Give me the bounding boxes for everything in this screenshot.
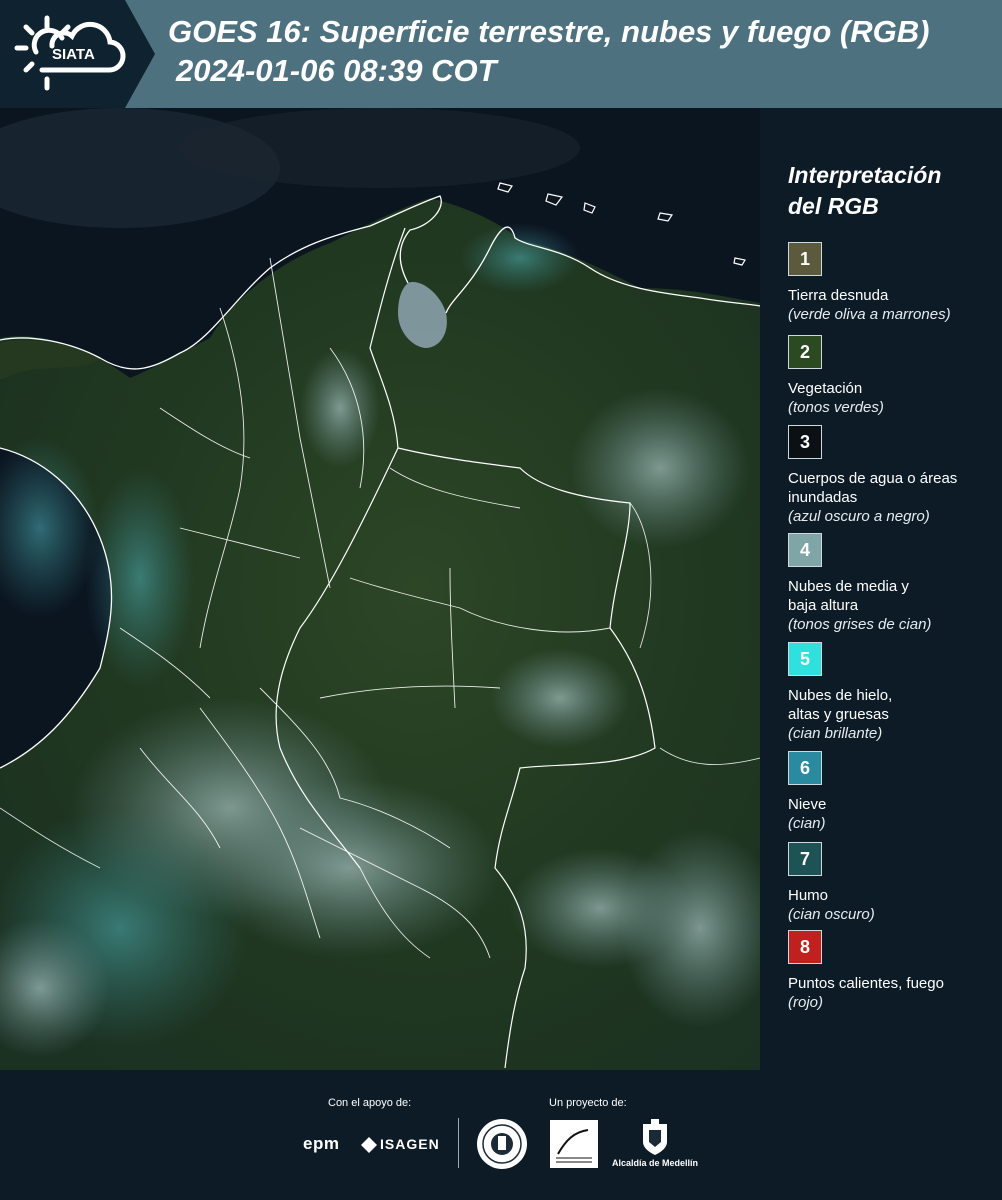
legend-item-2: 2 Vegetación (tonos verdes) <box>788 335 998 417</box>
legend-label: Humo <box>788 887 829 904</box>
legend-title-line2: del RGB <box>788 193 879 219</box>
legend-swatch: 1 <box>788 242 822 276</box>
medellin-seal-icon <box>477 1119 527 1169</box>
legend-swatch: 3 <box>788 425 822 459</box>
legend-swatch: 7 <box>788 842 822 876</box>
legend-sub: (cian) <box>788 815 826 832</box>
area-metropolitana-icon <box>556 1129 592 1163</box>
isagen-icon <box>361 1137 377 1153</box>
legend-label: Cuerpos de agua o áreas inundadas <box>788 470 958 506</box>
legend-swatch: 6 <box>788 751 822 785</box>
legend-item-6: 6 Nieve (cian) <box>788 751 998 833</box>
legend-sub: (tonos grises de cian) <box>788 616 932 633</box>
alcaldia-shield-icon <box>643 1119 667 1155</box>
footer-divider <box>458 1118 459 1168</box>
timestamp: 2024-01-06 08:39 COT <box>176 53 497 88</box>
legend-sub: (cian oscuro) <box>788 906 875 923</box>
legend-sub: (rojo) <box>788 994 824 1011</box>
legend-label: Vegetación <box>788 380 863 397</box>
project-label: Un proyecto de: <box>549 1097 627 1109</box>
epm-logo: epm <box>303 1134 340 1153</box>
logo-text: SIATA <box>52 46 95 63</box>
legend-item-4: 4 Nubes de media y baja altura (tonos gr… <box>788 533 998 634</box>
legend-swatch: 5 <box>788 642 822 676</box>
legend-panel: Interpretación del RGB 1 Tierra desnuda … <box>760 108 1002 1070</box>
legend-item-1: 1 Tierra desnuda (verde oliva a marrones… <box>788 242 998 324</box>
legend-item-5: 5 Nubes de hielo, altas y gruesas (cian … <box>788 642 998 743</box>
legend-title: Interpretación del RGB <box>788 160 941 222</box>
legend-swatch: 4 <box>788 533 822 567</box>
satellite-map <box>0 108 780 1070</box>
legend-label: Tierra desnuda <box>788 287 889 304</box>
legend-item-8: 8 Puntos calientes, fuego (rojo) <box>788 930 998 1012</box>
legend-sub: (verde oliva a marrones) <box>788 306 951 323</box>
isagen-logo: ISAGEN <box>380 1136 440 1152</box>
legend-label: Nubes de hielo, altas y gruesas <box>788 687 893 723</box>
legend-sub: (tonos verdes) <box>788 399 884 416</box>
siata-logo: SIATA <box>0 0 155 108</box>
legend-item-7: 7 Humo (cian oscuro) <box>788 842 998 924</box>
legend-label: Nubes de media y baja altura <box>788 578 909 614</box>
legend-swatch: 8 <box>788 930 822 964</box>
legend-swatch: 2 <box>788 335 822 369</box>
support-label: Con el apoyo de: <box>328 1097 412 1109</box>
legend-sub: (azul oscuro a negro) <box>788 508 930 525</box>
area-metropolitana-logo <box>550 1120 598 1168</box>
legend-label: Nieve <box>788 796 827 813</box>
footer: Con el apoyo de: Un proyecto de: epm ISA… <box>0 1070 1002 1200</box>
legend-sub: (cian brillante) <box>788 725 883 742</box>
legend-item-3: 3 Cuerpos de agua o áreas inundadas (azu… <box>788 425 998 526</box>
legend-title-line1: Interpretación <box>788 162 942 188</box>
satellite-image <box>0 108 780 1070</box>
header-banner: SIATA GOES 16: Superficie terrestre, nub… <box>0 0 1002 108</box>
page-title: GOES 16: Superficie terrestre, nubes y f… <box>168 14 930 49</box>
legend-label: Puntos calientes, fuego <box>788 975 944 992</box>
alcaldia-label: Alcaldía de Medellín <box>612 1158 699 1168</box>
